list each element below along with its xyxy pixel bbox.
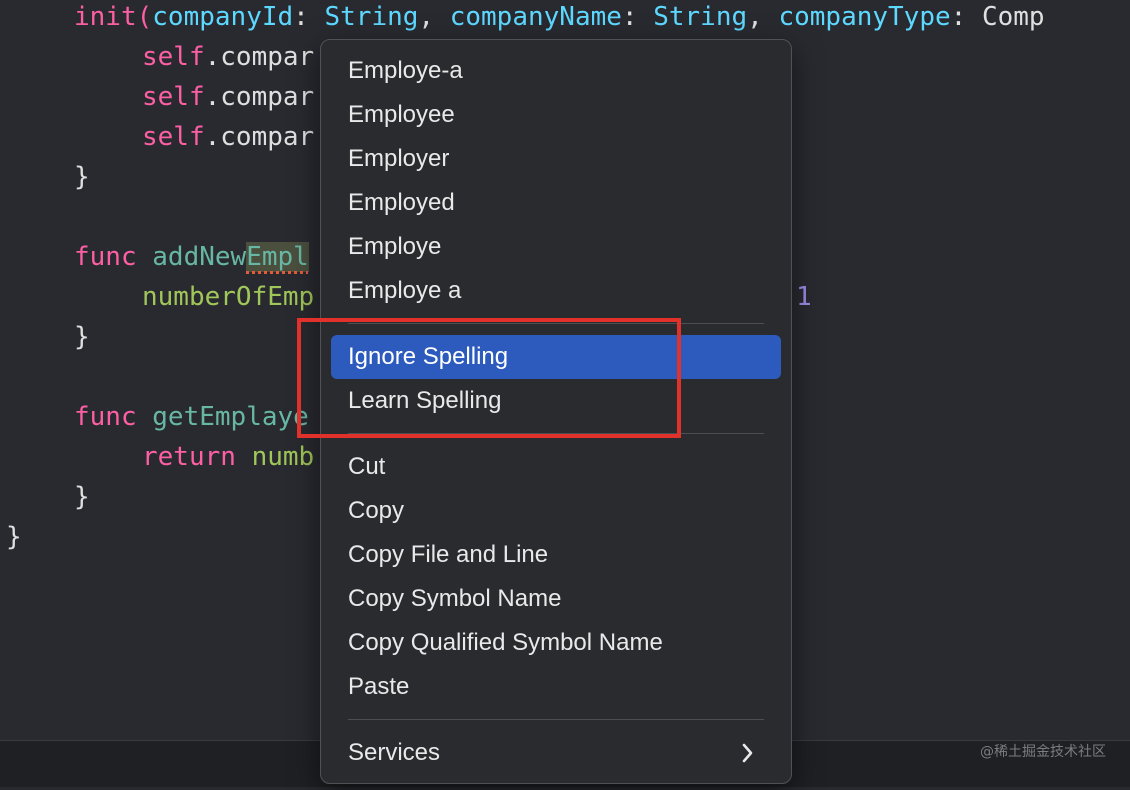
- property-name: numb: [251, 442, 315, 472]
- code-line-self-1: self.compar: [142, 37, 314, 77]
- init-keyword: init(: [74, 2, 153, 32]
- code-line-brace: }: [74, 317, 90, 357]
- watermark: @稀土掘金技术社区: [980, 744, 1106, 760]
- menu-item-copy-symbol-name[interactable]: Copy Symbol Name: [331, 577, 781, 621]
- return-keyword: return: [142, 442, 236, 472]
- func-keyword: func: [74, 402, 137, 432]
- annotation-highlight-box: [297, 318, 681, 438]
- param-name: companyType: [778, 2, 951, 32]
- closing-brace: }: [74, 322, 90, 352]
- code-line-self-3: self.compar: [142, 117, 314, 157]
- menu-item-copy-file-and-line[interactable]: Copy File and Line: [331, 533, 781, 577]
- punct: ,: [418, 2, 450, 32]
- code-line-self-2: self.compar: [142, 77, 314, 117]
- punct: :: [293, 2, 325, 32]
- method-name: getEmplaye: [152, 402, 309, 432]
- menu-item-suggestion-6[interactable]: Employe a: [331, 269, 781, 313]
- code-line-increment: numberOfEmp: [142, 277, 314, 317]
- menu-item-suggestion-5[interactable]: Employe: [331, 225, 781, 269]
- code-line-brace-outer: }: [6, 517, 22, 557]
- type-name: Comp: [981, 2, 1045, 32]
- closing-brace: }: [74, 482, 90, 512]
- menu-separator: [348, 719, 764, 720]
- punct: :: [950, 2, 982, 32]
- code-line-return: return numb: [142, 437, 314, 477]
- param-name: companyName: [449, 2, 622, 32]
- self-keyword: self: [142, 82, 205, 112]
- property-name: numberOfEmp: [142, 282, 315, 312]
- menu-item-suggestion-1[interactable]: Employe-a: [331, 49, 781, 93]
- self-keyword: self: [142, 122, 205, 152]
- punct: :: [621, 2, 654, 32]
- menu-item-copy-qualified-symbol-name[interactable]: Copy Qualified Symbol Name: [331, 621, 781, 665]
- property-access: .compar: [204, 42, 315, 72]
- property-access: .compar: [204, 82, 315, 112]
- type-name: String: [653, 2, 748, 32]
- misspelled-word[interactable]: Empl: [246, 242, 309, 272]
- func-keyword: func: [74, 242, 137, 272]
- menu-item-suggestion-2[interactable]: Employee: [331, 93, 781, 137]
- number-literal: 1: [796, 282, 812, 312]
- menu-item-suggestion-4[interactable]: Employed: [331, 181, 781, 225]
- code-line-init: init(companyId: String, companyName: Str…: [74, 0, 1045, 37]
- menu-item-services[interactable]: Services: [331, 731, 781, 775]
- closing-brace: }: [6, 522, 22, 552]
- param-name: companyId: [152, 2, 294, 32]
- closing-brace: }: [74, 162, 90, 192]
- menu-item-copy[interactable]: Copy: [331, 489, 781, 533]
- code-line-brace: }: [74, 157, 90, 197]
- punct: ,: [747, 2, 779, 32]
- menu-item-cut[interactable]: Cut: [331, 445, 781, 489]
- code-number: 1: [796, 277, 812, 317]
- code-line-func-add: func addNewEmpl: [74, 237, 309, 277]
- self-keyword: self: [142, 42, 205, 72]
- code-line-brace: }: [74, 477, 90, 517]
- services-label: Services: [348, 739, 441, 766]
- method-name: addNew: [152, 242, 247, 272]
- menu-item-suggestion-3[interactable]: Employer: [331, 137, 781, 181]
- type-name: String: [324, 2, 419, 32]
- property-access: .compar: [204, 122, 315, 152]
- code-line-func-get: func getEmplaye: [74, 397, 309, 437]
- menu-item-paste[interactable]: Paste: [331, 665, 781, 709]
- chevron-right-icon: [741, 731, 755, 790]
